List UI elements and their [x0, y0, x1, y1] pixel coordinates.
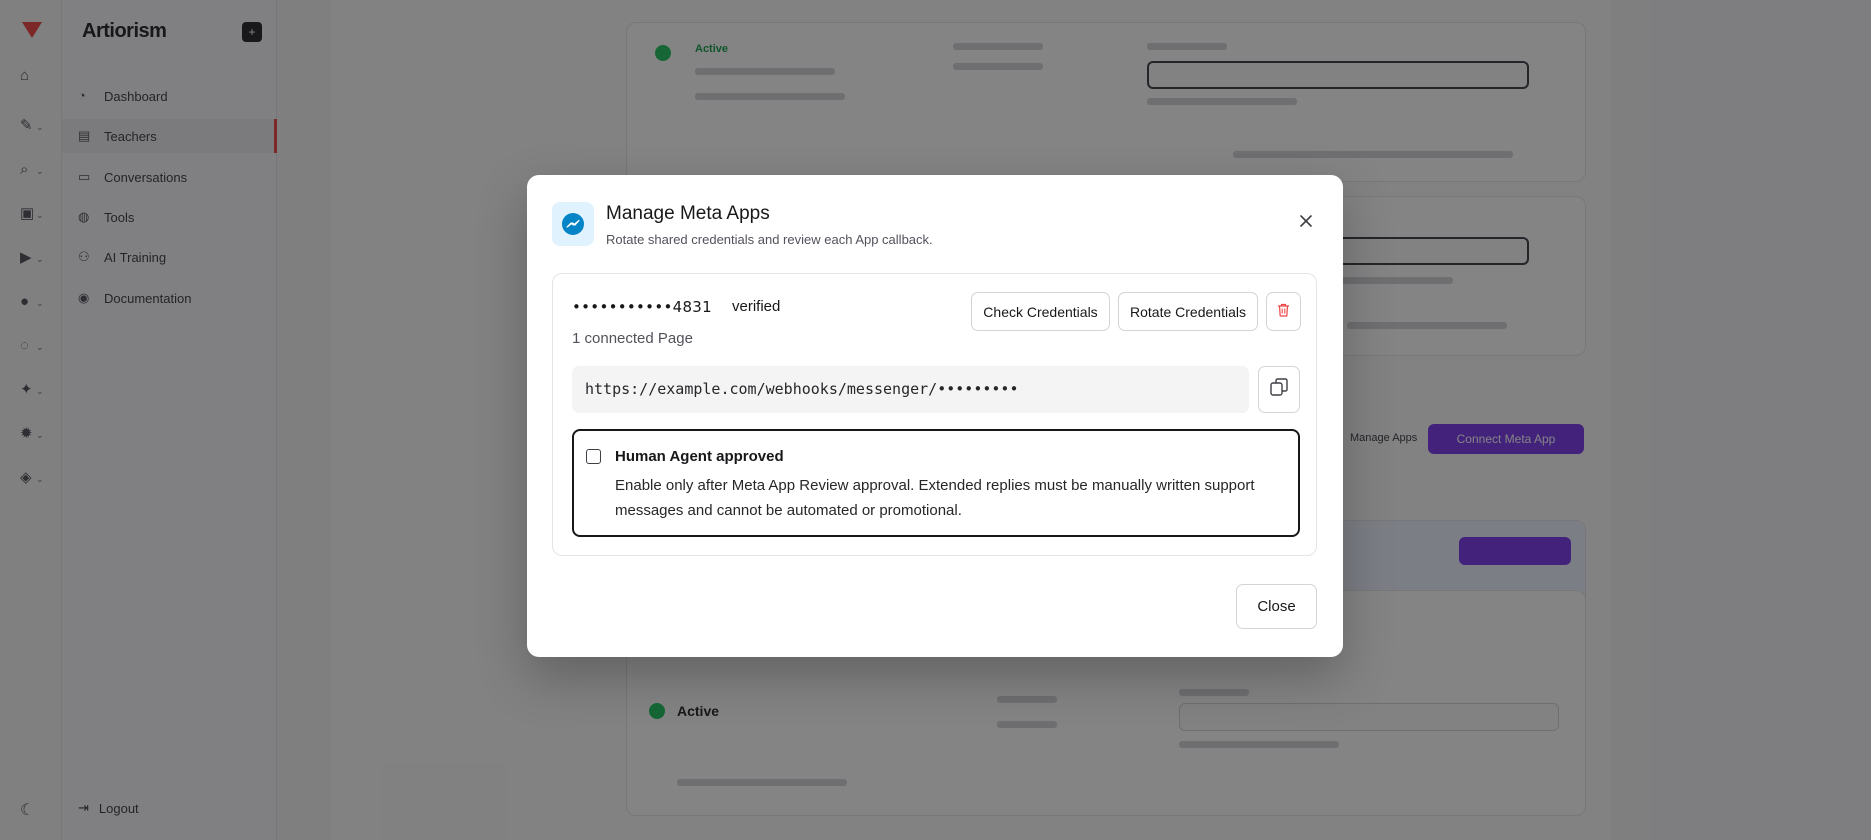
dialog-header: Manage Meta Apps Rotate shared credentia… — [552, 202, 1318, 252]
delete-app-button[interactable] — [1266, 292, 1301, 331]
manage-meta-apps-dialog: Manage Meta Apps Rotate shared credentia… — [527, 175, 1343, 657]
copy-url-button[interactable] — [1258, 366, 1300, 413]
human-agent-checkbox[interactable] — [586, 449, 601, 464]
human-agent-title: Human Agent approved — [615, 448, 784, 465]
close-button[interactable]: Close — [1236, 584, 1317, 629]
trash-icon — [1277, 303, 1290, 320]
verification-status: verified — [732, 298, 781, 315]
meta-app-card: •••••••••••4831 verified 1 connected Pag… — [552, 273, 1317, 556]
human-agent-description: Enable only after Meta App Review approv… — [615, 477, 1255, 519]
close-icon[interactable] — [1294, 209, 1318, 233]
dialog-title: Manage Meta Apps — [606, 203, 770, 224]
human-agent-section: Human Agent approved Enable only after M… — [572, 429, 1300, 537]
connected-pages-count: 1 connected Page — [572, 330, 693, 347]
rotate-credentials-button[interactable]: Rotate Credentials — [1118, 292, 1258, 331]
masked-app-key: •••••••••••4831 — [572, 298, 712, 316]
check-credentials-button[interactable]: Check Credentials — [971, 292, 1110, 331]
messenger-icon — [552, 202, 594, 246]
copy-icon — [1269, 377, 1289, 402]
dialog-subtitle: Rotate shared credentials and review eac… — [606, 232, 933, 247]
webhook-url-field[interactable]: https://example.com/webhooks/messenger/•… — [572, 366, 1249, 413]
